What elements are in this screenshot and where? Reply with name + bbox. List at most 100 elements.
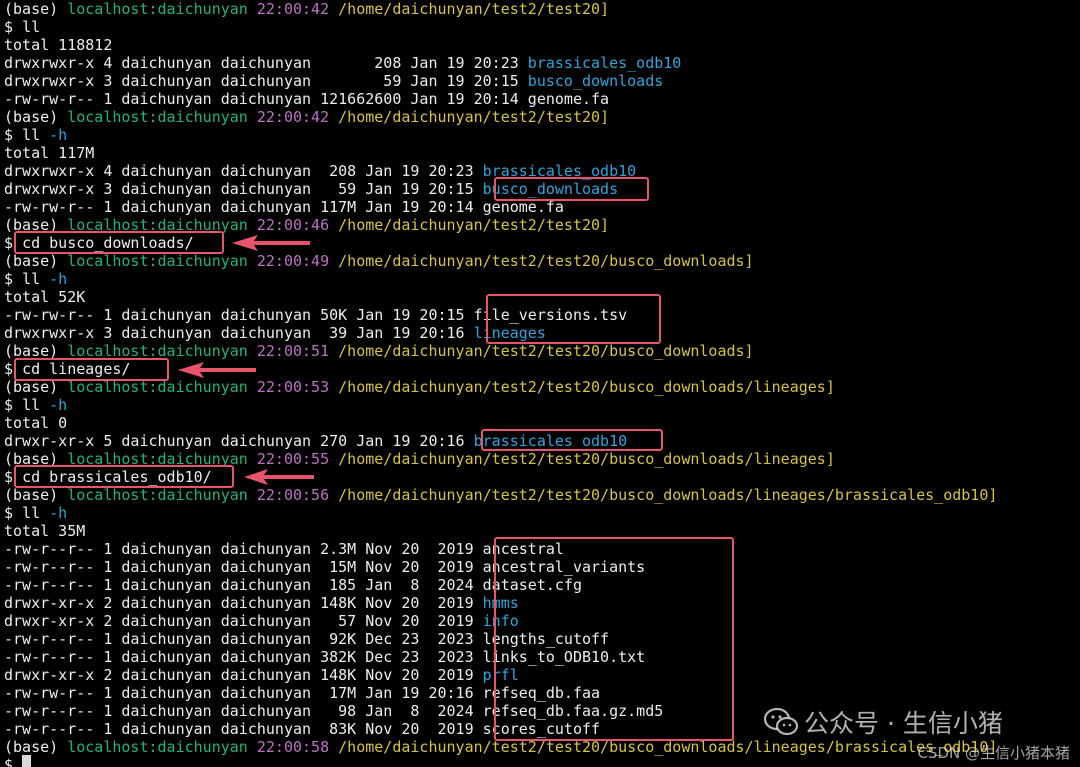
arrow-icon <box>232 235 310 251</box>
highlight-cd-busco-downloads <box>14 231 224 254</box>
prompt-time: 22:00:56 <box>256 486 330 504</box>
wechat-icon <box>764 708 798 736</box>
file-attributes: drwxrwxr-x 4 daichunyan daichunyan 208 J… <box>4 54 528 72</box>
list-item: drwxr-xr-x 2 daichunyan daichunyan 148K … <box>4 594 519 612</box>
prompt-time: 22:00:55 <box>256 450 330 468</box>
prompt-line: (base) localhost:daichunyan 22:00:42 /ho… <box>4 0 609 18</box>
watermark: 公众号 · 生信小猪 CSDN @生信小猪本猪 <box>764 704 1074 762</box>
file-attributes: -rw-rw-r-- 1 daichunyan daichunyan 117M … <box>4 198 483 216</box>
prompt-host: localhost:daichunyan <box>67 108 248 126</box>
output-text: total 52K <box>4 288 86 306</box>
prompt-symbol: $ <box>4 18 23 36</box>
prompt-env: (base) <box>4 108 59 126</box>
output-line: total 118812 <box>4 36 112 54</box>
prompt-symbol: $ <box>4 756 23 767</box>
file-attributes: drwxrwxr-x 3 daichunyan daichunyan 39 Ja… <box>4 324 474 342</box>
prompt-line: (base) localhost:daichunyan 22:00:42 /ho… <box>4 108 609 126</box>
file-attributes: -rw-r--r-- 1 daichunyan daichunyan 83K N… <box>4 720 483 738</box>
output-line: total 52K <box>4 288 85 306</box>
prompt-symbol: $ <box>4 396 23 414</box>
prompt-time: 22:00:42 <box>256 108 330 126</box>
file-attributes: -rw-r--r-- 1 daichunyan daichunyan 185 J… <box>4 576 483 594</box>
prompt-time: 22:00:46 <box>256 216 330 234</box>
highlight-file-list-busco <box>486 294 661 344</box>
prompt-env: (base) <box>4 252 59 270</box>
command-line: $ ll -h <box>4 504 67 522</box>
output-text: total 0 <box>4 414 68 432</box>
directory-name: busco_downloads <box>527 72 664 90</box>
file-attributes: -rw-rw-r-- 1 daichunyan daichunyan 17M J… <box>4 684 483 702</box>
output-text: total 35M <box>4 522 86 540</box>
output-line: total 35M <box>4 522 85 540</box>
file-attributes: drwxrwxr-x 4 daichunyan daichunyan 208 J… <box>4 162 483 180</box>
prompt-env: (base) <box>4 0 59 18</box>
list-item: drwxrwxr-x 4 daichunyan daichunyan 208 J… <box>4 54 681 72</box>
list-item: drwxrwxr-x 3 daichunyan daichunyan 59 Ja… <box>4 72 663 90</box>
file-attributes: -rw-rw-r-- 1 daichunyan daichunyan 50K J… <box>4 306 474 324</box>
command-text: ll <box>22 18 41 36</box>
prompt-path: /home/daichunyan/test2/test20/busco_down… <box>338 378 835 396</box>
file-attributes: drwxr-xr-x 2 daichunyan daichunyan 148K … <box>4 666 483 684</box>
prompt-line: (base) localhost:daichunyan 22:00:56 /ho… <box>4 486 997 504</box>
file-attributes: -rw-r--r-- 1 daichunyan daichunyan 92K D… <box>4 630 483 648</box>
highlight-brassicales-dir <box>481 429 663 451</box>
arrow-icon <box>244 469 314 485</box>
command-option: -h <box>49 504 68 522</box>
prompt-host: localhost:daichunyan <box>67 738 248 756</box>
command-option: -h <box>49 270 68 288</box>
terminal-window[interactable]: (base) localhost:daichunyan 22:00:42 /ho… <box>0 0 1080 767</box>
highlight-busco-downloads <box>494 177 649 201</box>
highlight-cd-lineages <box>14 358 169 381</box>
output-text: total 118812 <box>4 36 113 54</box>
prompt-host: localhost:daichunyan <box>67 486 248 504</box>
watermark-brand: 公众号 · 生信小猪 <box>804 709 1003 738</box>
output-text: total 117M <box>4 144 95 162</box>
prompt-path: /home/daichunyan/test2/test20] <box>338 108 610 126</box>
list-item: drwxrwxr-x 3 daichunyan daichunyan 39 Ja… <box>4 324 546 342</box>
prompt-path: /home/daichunyan/test2/test20/busco_down… <box>338 486 998 504</box>
command-option: -h <box>49 396 68 414</box>
prompt-host: localhost:daichunyan <box>67 252 248 270</box>
command-text: ll <box>22 126 41 144</box>
prompt-symbol: $ <box>4 270 23 288</box>
file-attributes: -rw-rw-r-- 1 daichunyan daichunyan 12166… <box>4 90 528 108</box>
command-line: $ <box>4 756 22 767</box>
output-line: total 117M <box>4 144 94 162</box>
prompt-time: 22:00:53 <box>256 378 330 396</box>
prompt-time: 22:00:49 <box>256 252 330 270</box>
command-text: ll <box>22 270 41 288</box>
file-attributes: -rw-r--r-- 1 daichunyan daichunyan 15M N… <box>4 558 483 576</box>
prompt-path: /home/daichunyan/test2/test20] <box>338 0 610 18</box>
prompt-path: /home/daichunyan/test2/test20/busco_down… <box>338 342 754 360</box>
file-attributes: -rw-r--r-- 1 daichunyan daichunyan 382K … <box>4 648 483 666</box>
command-line: $ ll -h <box>4 396 67 414</box>
prompt-time: 22:00:42 <box>256 0 330 18</box>
prompt-time: 22:00:58 <box>256 738 330 756</box>
watermark-credit: CSDN @生信小猪本猪 <box>917 744 1070 762</box>
list-item: -rw-rw-r-- 1 daichunyan daichunyan 12166… <box>4 90 609 108</box>
prompt-env: (base) <box>4 486 59 504</box>
prompt-env: (base) <box>4 738 59 756</box>
command-text: ll <box>22 504 41 522</box>
command-line: $ ll -h <box>4 126 67 144</box>
prompt-host: localhost:daichunyan <box>67 0 248 18</box>
highlight-brassicales-contents <box>494 537 734 741</box>
